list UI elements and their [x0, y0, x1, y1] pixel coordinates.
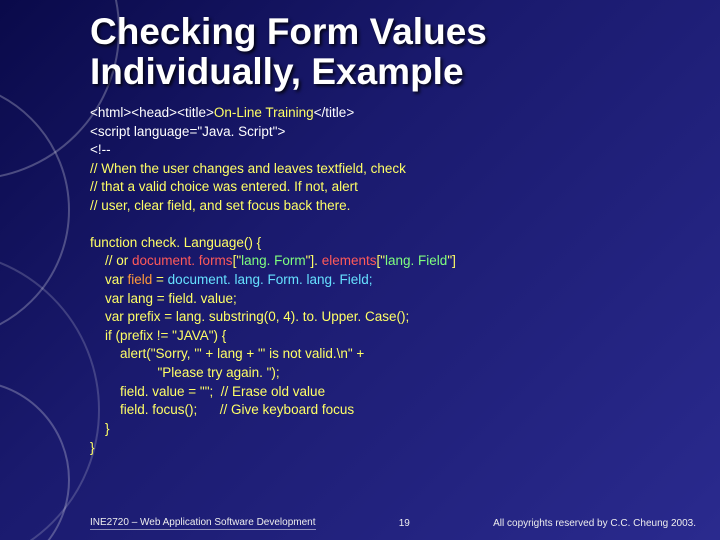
slide-title: Checking Form Values Individually, Examp…: [90, 12, 690, 92]
code-token: document. forms: [132, 253, 233, 268]
code-token: lang. Field: [385, 253, 447, 268]
code-token: document. lang. Form. lang. Field;: [168, 272, 373, 287]
code-line: var: [90, 272, 128, 287]
code-comment: // When the user changes and leaves text…: [90, 161, 406, 176]
slide-container: Checking Form Values Individually, Examp…: [0, 0, 720, 540]
code-token: [": [233, 253, 242, 268]
footer-copyright: All copyrights reserved by C.C. Cheung 2…: [493, 518, 696, 529]
code-line: // or: [90, 253, 132, 268]
code-line: if (prefix != "JAVA") {: [90, 328, 226, 343]
code-token: lang. Form: [241, 253, 306, 268]
footer-course: INE2720 – Web Application Software Devel…: [90, 517, 316, 530]
code-text: On-Line Training: [214, 105, 314, 120]
code-line: </title>: [314, 105, 355, 120]
code-token: "]: [447, 253, 456, 268]
code-token: "].: [306, 253, 322, 268]
code-line: var lang = field. value;: [90, 291, 237, 306]
code-line: <script language="Java. Script">: [90, 124, 285, 139]
code-line: "Please try again. ");: [90, 365, 280, 380]
footer-page-number: 19: [316, 518, 494, 529]
code-token: [": [376, 253, 385, 268]
code-line: field. focus(); // Give keyboard focus: [90, 402, 354, 417]
code-token: field: [128, 272, 153, 287]
slide-footer: INE2720 – Web Application Software Devel…: [90, 517, 696, 530]
code-line: field. value = ""; // Erase old value: [90, 384, 325, 399]
code-comment: // user, clear field, and set focus back…: [90, 198, 350, 213]
code-line: var prefix = lang. substring(0, 4). to. …: [90, 309, 409, 324]
code-block: <html><head><title>On-Line Training</tit…: [90, 104, 690, 457]
code-line: }: [90, 421, 110, 436]
code-line: <!--: [90, 142, 111, 157]
code-token: elements: [322, 253, 377, 268]
code-line: alert("Sorry, '" + lang + "' is not vali…: [90, 346, 364, 361]
code-token: =: [152, 272, 167, 287]
code-comment: // that a valid choice was entered. If n…: [90, 179, 358, 194]
code-line: function check. Language() {: [90, 235, 261, 250]
code-line: }: [90, 440, 95, 455]
code-line: <html><head><title>: [90, 105, 214, 120]
